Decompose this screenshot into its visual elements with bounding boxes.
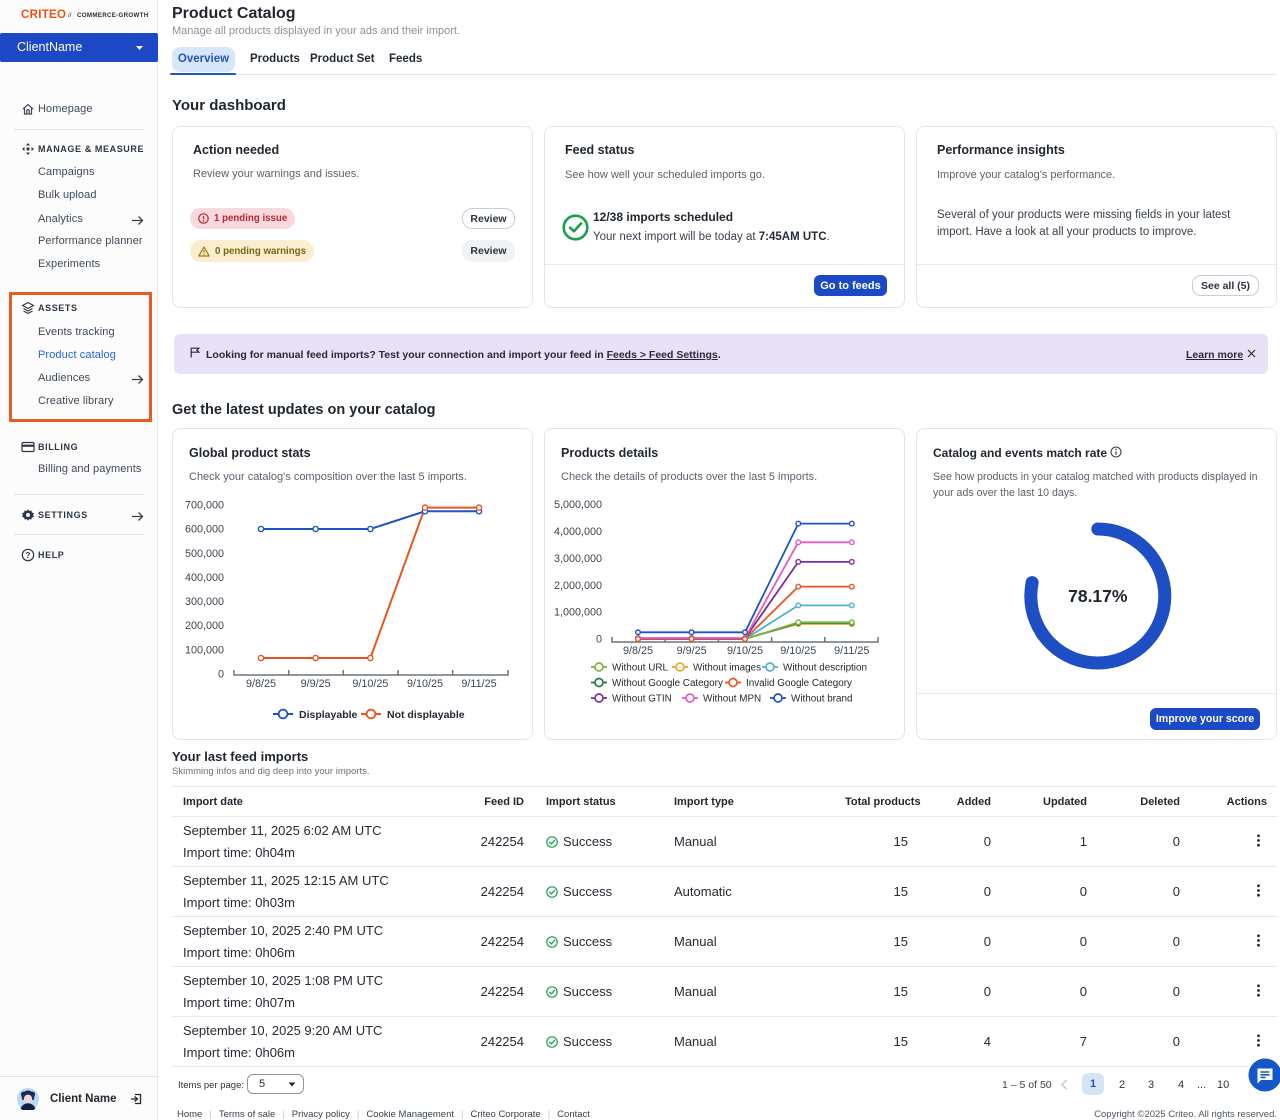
svg-text:Without brand: Without brand (791, 694, 852, 705)
svg-text:2,000,000: 2,000,000 (554, 580, 602, 592)
svg-text:9/10/25: 9/10/25 (407, 678, 443, 690)
svg-text:200,000: 200,000 (185, 620, 224, 632)
svg-text:Without MPN: Without MPN (703, 694, 761, 705)
svg-text:9/10/25: 9/10/25 (352, 678, 388, 690)
svg-text:5,000,000: 5,000,000 (554, 499, 602, 511)
svg-text:400,000: 400,000 (185, 572, 224, 584)
svg-text:Without URL: Without URL (612, 663, 668, 674)
svg-text:Invalid Google Category: Invalid Google Category (746, 678, 852, 689)
svg-text:Without images: Without images (693, 663, 761, 674)
svg-text:9/8/25: 9/8/25 (623, 645, 653, 657)
svg-text:4,000,000: 4,000,000 (554, 526, 602, 538)
svg-text:Displayable: Displayable (299, 709, 358, 721)
svg-text:Not displayable: Not displayable (387, 709, 465, 721)
svg-text:9/9/25: 9/9/25 (301, 678, 331, 690)
svg-text:9/9/25: 9/9/25 (677, 645, 707, 657)
svg-text:9/10/25: 9/10/25 (727, 645, 763, 657)
svg-text:9/8/25: 9/8/25 (246, 678, 276, 690)
svg-text:Without GTIN: Without GTIN (612, 694, 672, 705)
svg-text:500,000: 500,000 (185, 548, 224, 560)
svg-text:3,000,000: 3,000,000 (554, 553, 602, 565)
svg-text:700,000: 700,000 (185, 500, 224, 512)
svg-text:9/11/25: 9/11/25 (461, 678, 496, 690)
svg-text:100,000: 100,000 (185, 644, 224, 656)
svg-text:0: 0 (596, 634, 602, 646)
svg-text:0: 0 (218, 669, 224, 681)
svg-text:300,000: 300,000 (185, 596, 224, 608)
svg-text:Without description: Without description (783, 663, 867, 674)
svg-text:9/11/25: 9/11/25 (834, 645, 869, 657)
svg-text:78.17%: 78.17% (1068, 586, 1128, 606)
svg-text:Without Google Category: Without Google Category (612, 678, 723, 689)
svg-text:600,000: 600,000 (185, 524, 224, 536)
svg-text:9/10/25: 9/10/25 (780, 645, 816, 657)
svg-text:?: ? (26, 551, 31, 560)
svg-text:1,000,000: 1,000,000 (554, 607, 602, 619)
